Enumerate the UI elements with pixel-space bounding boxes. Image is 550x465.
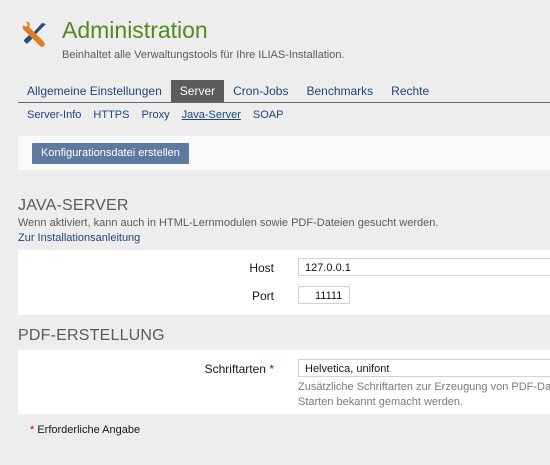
required-footnote: * Erforderliche Angabe	[30, 424, 141, 436]
port-input[interactable]: 11111	[298, 286, 350, 304]
tab-divider	[18, 102, 550, 103]
main-tabs: Allgemeine Einstellungen Server Cron-Job…	[18, 80, 438, 102]
sub-tabs: Server-Info HTTPS Proxy Java-Server SOAP	[27, 109, 283, 121]
host-input[interactable]: 127.0.0.1	[298, 258, 550, 276]
page-title: Administration	[62, 17, 208, 43]
fonts-info-line2: Starten bekannt gemacht werden.	[298, 396, 464, 408]
fonts-input[interactable]: Helvetica, unifont	[298, 359, 550, 377]
host-label: Host	[249, 261, 274, 275]
java-server-description: Wenn aktiviert, kann auch in HTML-Lernmo…	[18, 217, 439, 229]
tab-allgemeine-einstellungen[interactable]: Allgemeine Einstellungen	[18, 80, 171, 102]
toolbar: Konfigurationsdatei erstellen	[18, 136, 550, 170]
fonts-label: Schriftarten *	[204, 362, 274, 376]
tab-server[interactable]: Server	[170, 80, 225, 102]
installation-guide-link[interactable]: Zur Installationsanleitung	[18, 232, 140, 244]
subtab-soap[interactable]: SOAP	[253, 109, 284, 121]
tab-cron-jobs[interactable]: Cron-Jobs	[224, 80, 297, 102]
java-server-section-title: JAVA-SERVER	[18, 197, 129, 214]
subtab-https[interactable]: HTTPS	[93, 109, 129, 121]
tools-icon	[20, 20, 50, 50]
pdf-section-title: PDF-ERSTELLUNG	[18, 327, 165, 344]
required-marker: *	[269, 362, 274, 376]
required-marker: *	[30, 424, 35, 436]
page-description: Beinhaltet alle Verwaltungstools für Ihr…	[62, 49, 345, 61]
tab-benchmarks[interactable]: Benchmarks	[297, 80, 382, 102]
subtab-java-server[interactable]: Java-Server	[182, 109, 241, 121]
create-config-file-button[interactable]: Konfigurationsdatei erstellen	[32, 143, 189, 164]
subtab-server-info[interactable]: Server-Info	[27, 109, 81, 121]
port-label: Port	[251, 289, 274, 303]
tab-rechte[interactable]: Rechte	[382, 80, 438, 102]
fonts-info-line1: Zusätzliche Schriftarten zur Erzeugung v…	[298, 381, 550, 393]
subtab-proxy[interactable]: Proxy	[141, 109, 169, 121]
